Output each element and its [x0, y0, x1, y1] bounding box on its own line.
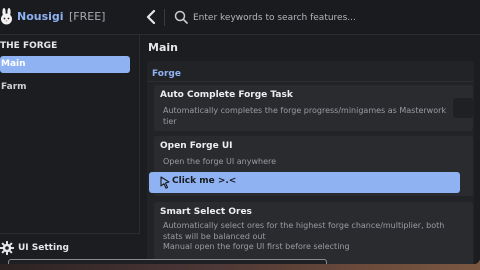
sidebar: THE FORGE Main Farm UI Setting: [0, 35, 140, 264]
topbar-divider: [164, 9, 165, 26]
main-content: Main Forge Auto Complete Forge Task Auto…: [141, 35, 480, 264]
gear-icon: [0, 241, 14, 255]
sidebar-section-title: THE FORGE: [0, 41, 58, 51]
sidebar-item-label: Farm: [1, 82, 27, 92]
sidebar-item-label: Main: [1, 59, 26, 69]
hub-window: Nousigi [FREE] THE FORGE Main Farm: [0, 0, 480, 264]
feature-note: Manual open the forge UI first before se…: [163, 242, 350, 251]
bunny-logo-icon: [1, 8, 12, 25]
ui-setting-label: UI Setting: [18, 243, 69, 253]
open-forge-ui-button-label: Click me >.<: [172, 176, 237, 186]
top-bar: Nousigi [FREE]: [0, 0, 480, 35]
search-icon: [174, 10, 188, 24]
feature-title: Auto Complete Forge Task: [160, 90, 293, 100]
sidebar-item-main[interactable]: Main: [0, 56, 130, 73]
page-title: Main: [148, 41, 178, 54]
app-tier-badge: [FREE]: [69, 10, 106, 23]
group-header: Forge: [147, 64, 474, 82]
auto-complete-toggle[interactable]: [453, 98, 473, 118]
feature-description: Automatically select ores for the highes…: [163, 221, 445, 241]
open-forge-ui-button[interactable]: Click me >.<: [149, 172, 460, 193]
feature-description: Automatically completes the forge progre…: [163, 106, 447, 126]
back-chevron-icon[interactable]: [146, 10, 156, 24]
feature-card-auto-complete: Auto Complete Forge Task Automatically c…: [154, 85, 473, 131]
feature-card-smart-select: Smart Select Ores Automatically select o…: [154, 202, 473, 264]
content-panel[interactable]: Forge Auto Complete Forge Task Automatic…: [147, 61, 474, 264]
app-name: Nousigi: [17, 10, 64, 23]
ore-select-dropdown[interactable]: [8, 259, 327, 264]
pointer-click-icon: [160, 176, 170, 189]
feature-title: Smart Select Ores: [160, 207, 252, 217]
feature-title: Open Forge UI: [160, 141, 233, 151]
group-label-forge: Forge: [152, 69, 181, 79]
sidebar-item-farm[interactable]: Farm: [0, 79, 130, 96]
search-input[interactable]: [193, 8, 463, 28]
feature-description: Open the forge UI anywhere: [163, 157, 277, 166]
